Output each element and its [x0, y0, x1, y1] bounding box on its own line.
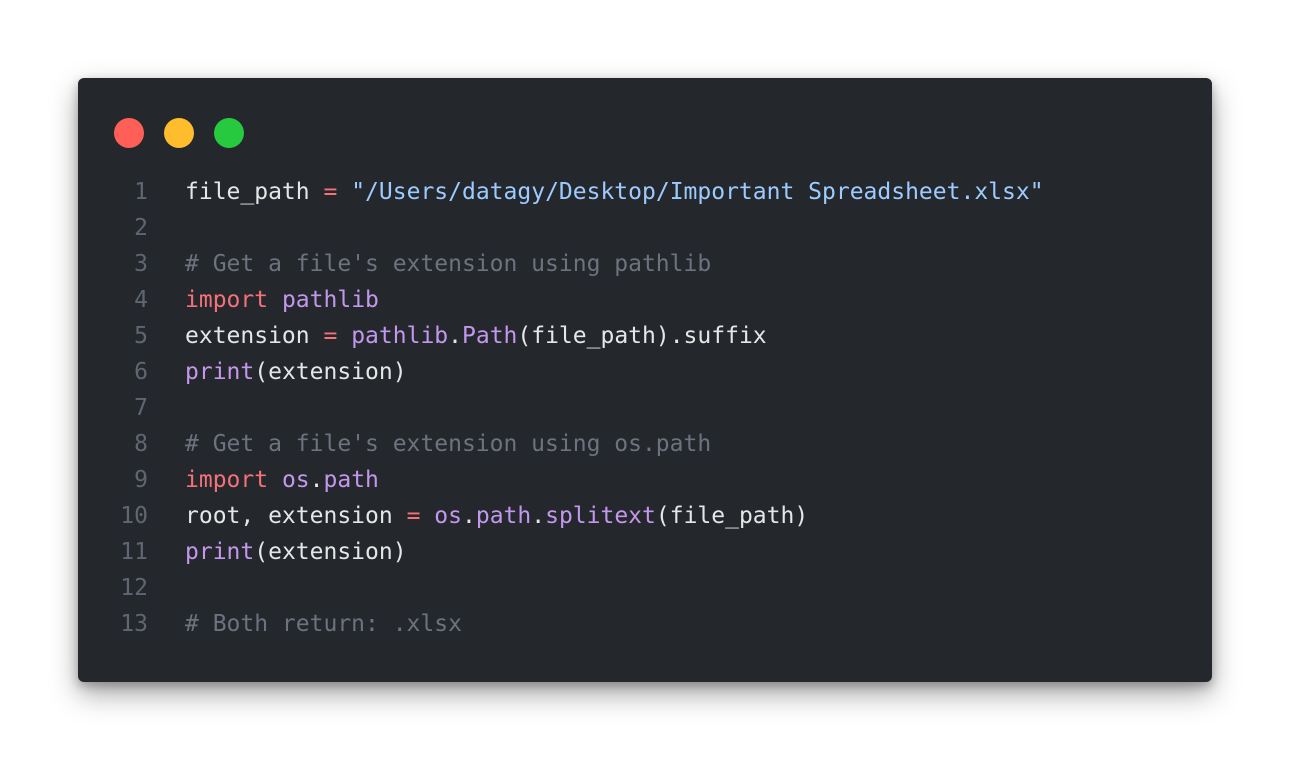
line-number: 5: [134, 323, 148, 349]
line-source: import os.path: [185, 462, 379, 498]
code-token-module: os: [434, 503, 462, 529]
code-token-func: splitext: [545, 503, 656, 529]
code-line: 5 extension = pathlib.Path(file_path).suf…: [78, 318, 1212, 354]
line-source: # Get a file's extension using pathlib: [185, 246, 711, 282]
code-token-plain: .: [531, 503, 546, 529]
code-token-func: print: [185, 359, 255, 385]
minimize-button[interactable]: [164, 118, 194, 148]
code-token-func: print: [185, 539, 255, 565]
code-line: 12: [78, 570, 1212, 606]
code-token-plain: (extension): [254, 359, 407, 385]
line-source: root, extension = os.path.splitext(file_…: [185, 498, 808, 534]
code-token-plain: .: [448, 323, 462, 349]
code-line: 11 print(extension): [78, 534, 1212, 570]
line-number: 6: [134, 359, 148, 385]
maximize-button[interactable]: [214, 118, 244, 148]
line-source: import pathlib: [185, 282, 379, 318]
line-number: 1: [134, 179, 148, 205]
line-number: 2: [134, 215, 148, 241]
line-source: # Both return: .xlsx: [185, 606, 462, 642]
code-token-operator: =: [323, 323, 338, 349]
line-source: # Get a file's extension using os.path: [185, 426, 711, 462]
line-source: print(extension): [185, 534, 407, 570]
code-token-plain: .: [461, 503, 476, 529]
code-token-plain: (file_path).suffix: [517, 323, 767, 349]
line-number: 9: [134, 467, 148, 493]
code-token-module: pathlib: [281, 287, 379, 313]
line-number: 13: [120, 611, 148, 637]
code-token-plain: .: [309, 467, 324, 493]
code-line: 10 root, extension = os.path.splitext(fil…: [78, 498, 1212, 534]
close-button[interactable]: [114, 118, 144, 148]
line-number: 7: [134, 395, 148, 421]
code-token-func: Path: [462, 323, 518, 349]
code-token-comment: # Get a file's extension using os.path: [185, 431, 712, 457]
code-line: 7: [78, 390, 1212, 426]
code-token-operator: =: [406, 503, 421, 529]
code-line: 1 file_path = "/Users/datagy/Desktop/Impo…: [78, 174, 1212, 210]
code-token-keyword: import: [185, 467, 269, 493]
code-token-plain: root, extension: [185, 503, 407, 529]
code-line: 3 # Get a file's extension using pathlib: [78, 246, 1212, 282]
code-token-keyword: import: [185, 287, 269, 313]
line-number: 8: [134, 431, 148, 457]
code-token-module: os: [281, 467, 310, 493]
code-line: 13 # Both return: .xlsx: [78, 606, 1212, 642]
line-source: file_path = "/Users/datagy/Desktop/Impor…: [185, 174, 1044, 210]
code-line: 9 import os.path: [78, 462, 1212, 498]
code-line: 8 # Get a file's extension using os.path: [78, 426, 1212, 462]
code-token-module: path: [475, 503, 532, 529]
code-token-plain: extension: [185, 323, 324, 349]
code-line: 4 import pathlib: [78, 282, 1212, 318]
code-line: 2: [78, 210, 1212, 246]
line-number: 11: [120, 539, 148, 565]
line-source: print(extension): [185, 354, 407, 390]
code-window: 1 file_path = "/Users/datagy/Desktop/Impo…: [78, 78, 1212, 682]
code-block: 1 file_path = "/Users/datagy/Desktop/Impo…: [78, 174, 1212, 642]
code-token-comment: # Both return: .xlsx: [185, 611, 462, 637]
line-number: 3: [134, 251, 148, 277]
line-number: 4: [134, 287, 148, 313]
code-line: 6 print(extension): [78, 354, 1212, 390]
code-token-plain: file_path: [185, 179, 324, 205]
line-source: extension = pathlib.Path(file_path).suff…: [185, 318, 767, 354]
line-number: 12: [120, 575, 148, 601]
code-token-operator: =: [323, 179, 338, 205]
code-token-module: path: [323, 467, 379, 493]
code-token-string: "/Users/datagy/Desktop/Important Spreads…: [351, 179, 1044, 205]
code-token-comment: # Get a file's extension using pathlib: [185, 251, 712, 277]
line-number: 10: [120, 503, 148, 529]
code-token-plain: (file_path): [655, 503, 809, 529]
code-token-module: pathlib: [351, 323, 449, 349]
code-token-plain: (extension): [254, 539, 407, 565]
